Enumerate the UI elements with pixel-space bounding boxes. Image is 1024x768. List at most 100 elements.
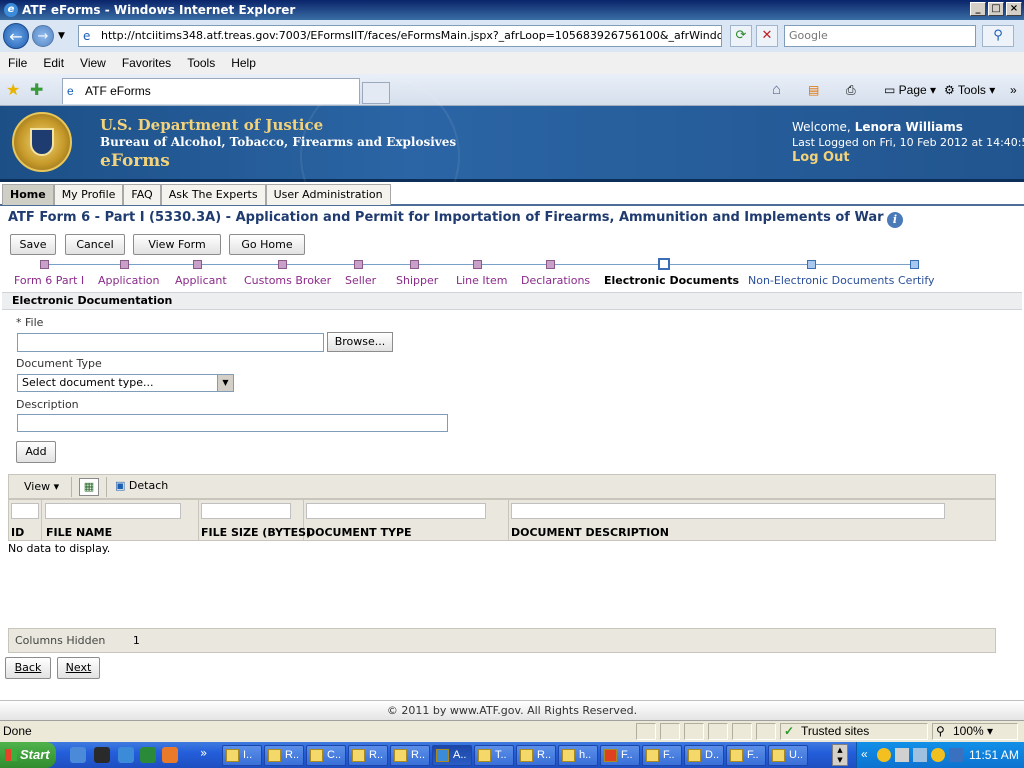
add-favorite-icon[interactable]: ✚	[30, 80, 43, 99]
train-stop[interactable]	[193, 260, 202, 269]
taskbar-item[interactable]: h..	[558, 745, 598, 766]
column-header-file-name[interactable]: FILE NAME	[46, 526, 112, 539]
menu-edit[interactable]: Edit	[43, 56, 64, 70]
excel-quicklaunch-icon[interactable]	[140, 747, 156, 763]
column-header-file-size[interactable]: FILE SIZE (BYTES)	[201, 526, 311, 539]
filter-id-input[interactable]	[11, 503, 39, 519]
menu-help[interactable]: Help	[231, 56, 256, 70]
feeds-icon[interactable]: ▤	[808, 74, 819, 106]
menu-favorites[interactable]: Favorites	[122, 56, 171, 70]
refresh-icon[interactable]: ⟳	[730, 25, 752, 47]
filter-file-name-input[interactable]	[45, 503, 181, 519]
go-home-button[interactable]: Go Home	[229, 234, 305, 255]
back-button[interactable]: Back	[5, 657, 51, 679]
column-header-document-description[interactable]: DOCUMENT DESCRIPTION	[511, 526, 669, 539]
next-button[interactable]: Next	[57, 657, 100, 679]
favorites-star-icon[interactable]: ★	[6, 80, 20, 99]
train-step-non-electronic-documents[interactable]: Non-Electronic Documents	[748, 274, 894, 287]
train-stop[interactable]	[278, 260, 287, 269]
train-stop[interactable]	[910, 260, 919, 269]
security-zone[interactable]: ✓ Trusted sites	[780, 723, 928, 740]
clock[interactable]: 11:51 AM	[969, 748, 1019, 762]
train-step-declarations[interactable]: Declarations	[521, 274, 590, 287]
cancel-button[interactable]: Cancel	[65, 234, 125, 255]
detach-button[interactable]: ▣ Detach	[115, 479, 168, 492]
tray-icon[interactable]	[931, 748, 945, 762]
view-form-button[interactable]: View Form	[133, 234, 221, 255]
minimize-button[interactable]: _	[970, 2, 986, 16]
taskbar-item[interactable]: C..	[306, 745, 346, 766]
train-step-seller[interactable]: Seller	[345, 274, 376, 287]
taskbar-item[interactable]: T..	[474, 745, 514, 766]
more-quicklaunch-icon[interactable]: »	[200, 746, 207, 760]
logout-link[interactable]: Log Out	[792, 150, 850, 165]
taskbar-item[interactable]: D..	[684, 745, 724, 766]
browser-tab[interactable]: e ATF eForms	[62, 78, 360, 104]
filter-file-size-input[interactable]	[201, 503, 291, 519]
browse-button[interactable]: Browse...	[327, 332, 393, 352]
train-stop[interactable]	[354, 260, 363, 269]
taskbar-scroll-arrows[interactable]: ▲ ▼	[832, 744, 848, 766]
filter-document-type-input[interactable]	[306, 503, 486, 519]
taskbar-item[interactable]: U..	[768, 745, 808, 766]
tray-icon[interactable]	[913, 748, 927, 762]
print-icon[interactable]: ⎙	[846, 74, 856, 106]
forward-arrow-icon[interactable]: →	[32, 25, 54, 47]
tab-user-administration[interactable]: User Administration	[265, 184, 391, 205]
add-button[interactable]: Add	[16, 441, 56, 463]
train-stop-current[interactable]	[658, 258, 670, 270]
train-step-customs-broker[interactable]: Customs Broker	[244, 274, 331, 287]
taskbar-item[interactable]: R..	[348, 745, 388, 766]
train-stop[interactable]	[546, 260, 555, 269]
stop-icon[interactable]: ✕	[756, 25, 778, 47]
tab-home[interactable]: Home	[2, 184, 54, 205]
home-icon[interactable]: ⌂	[772, 74, 781, 106]
doc-type-select[interactable]: Select document type... ▼	[17, 374, 234, 392]
taskbar-item-active[interactable]: A..	[432, 745, 472, 766]
train-step-applicant[interactable]: Applicant	[175, 274, 227, 287]
more-commands-icon[interactable]: »	[1010, 74, 1017, 106]
train-step-application[interactable]: Application	[98, 274, 159, 287]
maximize-button[interactable]: □	[988, 2, 1004, 16]
menu-tools[interactable]: Tools	[187, 56, 215, 70]
zoom-control[interactable]: ⚲ 100% ▾	[932, 723, 1018, 740]
filter-description-input[interactable]	[511, 503, 945, 519]
info-icon[interactable]: i	[887, 212, 903, 228]
menu-view[interactable]: View	[80, 56, 106, 70]
column-header-id[interactable]: ID	[11, 526, 24, 539]
train-stop[interactable]	[410, 260, 419, 269]
taskbar-item[interactable]: F..	[726, 745, 766, 766]
taskbar-item[interactable]: R..	[390, 745, 430, 766]
history-dropdown-icon[interactable]: ▼	[58, 31, 65, 41]
close-window-button[interactable]: ×	[1006, 2, 1022, 16]
save-button[interactable]: Save	[10, 234, 56, 255]
quicklaunch-icon[interactable]	[94, 747, 110, 763]
ie-quicklaunch-icon[interactable]	[118, 747, 134, 763]
train-stop[interactable]	[807, 260, 816, 269]
tray-icon[interactable]	[877, 748, 891, 762]
taskbar-item[interactable]: R..	[264, 745, 304, 766]
train-stop[interactable]	[120, 260, 129, 269]
menu-file[interactable]: File	[8, 56, 27, 70]
tab-my-profile[interactable]: My Profile	[53, 184, 124, 205]
quicklaunch-icon[interactable]	[162, 747, 178, 763]
quicklaunch-icon[interactable]	[70, 747, 86, 763]
search-input[interactable]: Google	[784, 25, 976, 47]
train-step-certify[interactable]: Certify	[898, 274, 935, 287]
taskbar-item[interactable]: F..	[600, 745, 640, 766]
start-button[interactable]: Start	[0, 742, 56, 768]
taskbar-item[interactable]: R..	[516, 745, 556, 766]
tools-menu[interactable]: ⚙ Tools ▾	[944, 74, 995, 106]
train-step-line-item[interactable]: Line Item	[456, 274, 507, 287]
tab-ask-the-experts[interactable]: Ask The Experts	[160, 184, 266, 205]
back-arrow-icon[interactable]: ←	[3, 23, 29, 49]
view-menu[interactable]: View ▾	[24, 480, 59, 493]
tray-icon[interactable]	[949, 748, 963, 762]
description-input[interactable]	[17, 414, 448, 432]
taskbar-item[interactable]: F..	[642, 745, 682, 766]
train-stop[interactable]	[40, 260, 49, 269]
tray-icon[interactable]	[895, 748, 909, 762]
tray-expand-icon[interactable]: «	[861, 747, 868, 761]
train-stop[interactable]	[473, 260, 482, 269]
search-icon[interactable]: ⚲	[982, 25, 1014, 47]
